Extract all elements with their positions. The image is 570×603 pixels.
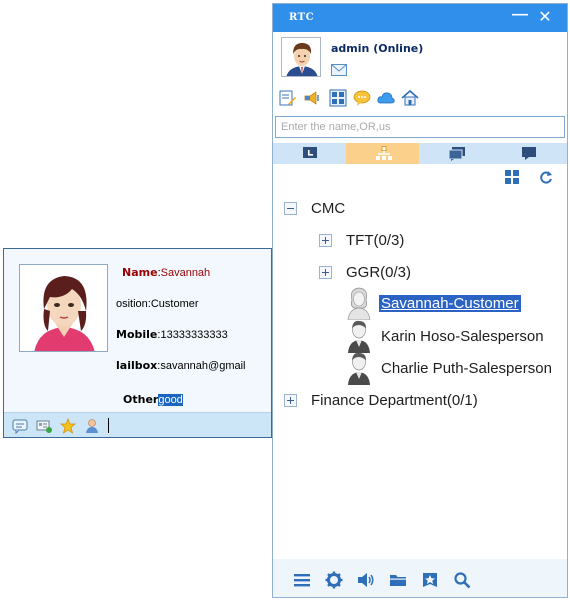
tab-bar <box>273 143 567 164</box>
tree-member-karin[interactable]: Karin Hoso-Salesperson <box>381 328 544 345</box>
other-label: Other <box>123 393 159 406</box>
tree-node-tft[interactable]: TFT(0/3) <box>346 232 404 249</box>
name-label: Name <box>122 266 158 279</box>
text-caret <box>108 418 109 433</box>
bottom-toolbar <box>273 559 567 597</box>
other-row[interactable]: Othergood <box>123 393 183 406</box>
grid-view-icon[interactable] <box>505 170 519 184</box>
profile-panel: admin (Online) <box>273 32 567 88</box>
home-icon[interactable] <box>401 89 419 107</box>
female-contact-icon <box>347 287 371 320</box>
user-status: admin (Online) <box>331 42 424 55</box>
tree-node-finance[interactable]: Finance Department(0/1) <box>311 392 478 409</box>
window-title: RTC <box>289 12 315 23</box>
volume-icon[interactable] <box>357 571 375 589</box>
expand-ggr-toggle[interactable] <box>319 266 332 279</box>
search-icon[interactable] <box>453 571 471 589</box>
folder-icon[interactable] <box>389 571 407 589</box>
close-button[interactable]: ✕ <box>535 7 555 29</box>
card-toolbar <box>4 412 271 437</box>
mail-icon[interactable] <box>331 64 347 76</box>
tree-member-savannah[interactable]: Savannah-Customer <box>379 295 521 312</box>
grid-app-icon[interactable] <box>329 89 347 107</box>
user-icon[interactable] <box>84 418 100 434</box>
other-value[interactable]: good <box>158 394 183 406</box>
tree-node-ggr[interactable]: GGR(0/3) <box>346 264 411 281</box>
title-bar[interactable]: RTC — ✕ <box>273 4 567 32</box>
tab-chat[interactable] <box>492 143 565 164</box>
male-contact-icon <box>348 320 370 353</box>
groups-tab-icon <box>448 147 465 161</box>
view-tools <box>273 165 567 189</box>
male-contact-icon <box>348 352 370 385</box>
menu-icon[interactable] <box>293 571 311 589</box>
chat-icon[interactable] <box>12 418 28 434</box>
settings-icon[interactable] <box>325 571 343 589</box>
mailbox-row: lailbox:savannah@gmail <box>116 359 246 372</box>
cloud-icon[interactable] <box>377 89 395 107</box>
app-icons-row <box>273 89 567 111</box>
contact-photo <box>19 264 108 352</box>
name-row: Name:Savannah <box>122 266 211 279</box>
chat-tab-icon <box>522 147 536 160</box>
position-label: osition <box>116 298 148 310</box>
minimize-button[interactable]: — <box>511 6 529 28</box>
expand-finance-toggle[interactable] <box>284 394 297 407</box>
message-bubble-icon[interactable] <box>353 89 371 107</box>
edit-icon[interactable] <box>279 89 297 107</box>
mobile-label: Mobile <box>116 328 158 341</box>
broadcast-icon[interactable] <box>303 89 321 107</box>
rtc-window: RTC — ✕ admin (Online) Enter the name,OR… <box>272 3 568 598</box>
mobile-row: Mobile:13333333333 <box>116 328 228 341</box>
avatar[interactable] <box>281 37 321 77</box>
tree-member-charlie[interactable]: Charlie Puth-Salesperson <box>381 360 552 377</box>
name-value: Savannah <box>160 267 211 279</box>
mailbox-label: lailbox <box>116 359 158 372</box>
recent-tab-icon <box>303 147 317 158</box>
collapse-cmc-toggle[interactable] <box>284 202 297 215</box>
card-icon[interactable] <box>36 418 52 434</box>
mailbox-value: savannah@gmail <box>160 360 246 372</box>
search-input[interactable] <box>275 116 565 138</box>
position-value: Customer <box>150 298 199 310</box>
tab-organization[interactable] <box>346 143 419 164</box>
tab-recent[interactable] <box>273 143 346 164</box>
expand-tft-toggle[interactable] <box>319 234 332 247</box>
mobile-value: 13333333333 <box>160 329 228 341</box>
star-badge-icon[interactable] <box>421 571 439 589</box>
organization-tab-icon <box>376 146 392 160</box>
star-icon[interactable] <box>60 418 76 434</box>
refresh-icon[interactable] <box>539 170 553 184</box>
tree-node-cmc[interactable]: CMC <box>311 200 345 217</box>
contact-card: Name:Savannah osition:Customer Mobile:13… <box>3 248 272 438</box>
tab-groups[interactable] <box>419 143 492 164</box>
position-row: osition:Customer <box>116 298 199 310</box>
contact-tree: CMC TFT(0/3) GGR(0/3) Savannah-Customer … <box>273 190 567 555</box>
